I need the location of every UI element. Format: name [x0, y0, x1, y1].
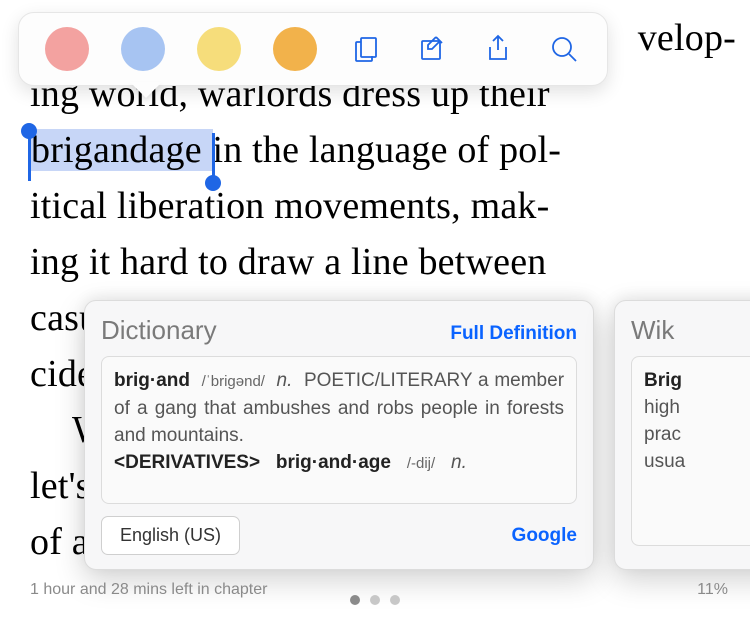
page-dot[interactable] — [370, 595, 380, 605]
wikipedia-body[interactable]: Brig high prac usua — [631, 356, 750, 546]
highlight-blue[interactable] — [121, 27, 165, 71]
toolbar-caret — [130, 82, 162, 98]
page-dot[interactable] — [390, 595, 400, 605]
share-icon[interactable] — [481, 32, 515, 66]
wikipedia-title: Wik — [631, 315, 750, 346]
selection-handle-end[interactable] — [212, 133, 215, 181]
highlight-orange[interactable] — [273, 27, 317, 71]
text-line: brigandage in the language of pol- — [30, 122, 742, 178]
dictionary-card: Dictionary Full Definition brig·and /ˈbr… — [84, 300, 594, 570]
page-indicator[interactable] — [350, 595, 400, 605]
text-selection[interactable]: brigandage — [30, 129, 213, 171]
reading-progress: 11% — [697, 581, 728, 599]
note-icon[interactable] — [415, 32, 449, 66]
language-button[interactable]: English (US) — [101, 516, 240, 555]
selection-toolbar — [18, 12, 608, 86]
page-dot[interactable] — [350, 595, 360, 605]
highlight-red[interactable] — [45, 27, 89, 71]
full-definition-link[interactable]: Full Definition — [450, 323, 577, 345]
highlight-yellow[interactable] — [197, 27, 241, 71]
definition-box[interactable]: brig·and /ˈbrigənd/ n. POETIC/LITERARY a… — [101, 356, 577, 504]
selection-handle-start[interactable] — [28, 133, 31, 181]
reading-time-left: 1 hour and 28 mins left in chapter — [30, 581, 267, 599]
text-line: itical liberation movements, mak- — [30, 178, 742, 234]
google-link[interactable]: Google — [512, 525, 577, 547]
copy-icon[interactable] — [349, 32, 383, 66]
text-line: ing it hard to draw a line between — [30, 234, 742, 290]
wikipedia-card: Wik Brig high prac usua — [614, 300, 750, 570]
search-icon[interactable] — [547, 32, 581, 66]
dictionary-title: Dictionary — [101, 315, 217, 346]
